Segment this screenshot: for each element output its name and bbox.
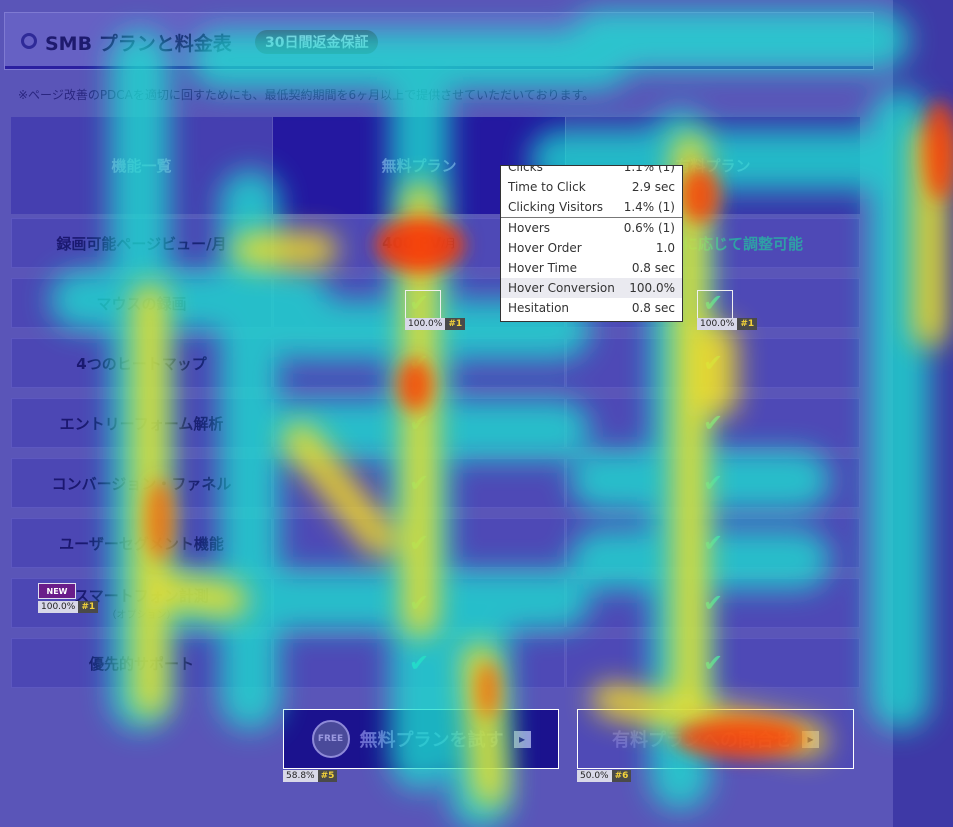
check-icon: ✔: [702, 409, 724, 437]
check-icon: ✔: [408, 349, 430, 377]
header-features: 機能一覧: [11, 117, 272, 214]
check-icon: ✔: [408, 529, 430, 557]
feature-label: 録画可能ページビュー/月: [11, 218, 272, 268]
feature-label: マウスの録画: [11, 278, 272, 328]
tooltip-row: Clicking Visitors 1.4% (1): [508, 200, 675, 214]
click-stat-paid-button: 50.0% #6: [577, 770, 632, 782]
tooltip-row: Hover Time 0.8 sec: [508, 261, 675, 275]
check-icon: ✔: [408, 409, 430, 437]
feature-label: ユーザーセグメント機能: [11, 518, 272, 568]
tooltip-row: Hover Conversion 100.0%: [501, 278, 682, 298]
plan-header: SMB プランと料金表 30日間返金保証: [4, 12, 874, 70]
circle-icon: [21, 33, 37, 49]
check-icon: ✔: [408, 649, 430, 677]
table-row: エントリーフォーム解析 ✔ ✔: [11, 398, 860, 448]
check-icon: ✔: [408, 589, 430, 617]
header-underline: [5, 66, 873, 69]
table-row: 優先的サポート ✔ ✔: [11, 638, 860, 688]
table-row: 録画可能ページビュー/月 400 PV/月 サービスに応じて調整可能: [11, 218, 860, 268]
feature-label: 4つのヒートマップ: [11, 338, 272, 388]
tooltip-row: Hesitation 0.8 sec: [508, 301, 675, 315]
check-icon: ✔: [702, 589, 724, 617]
page-title: SMB プランと料金表: [45, 33, 232, 55]
table-row: 4つのヒートマップ ✔ ✔: [11, 338, 860, 388]
click-stat-free-check: 100.0% #1: [405, 318, 466, 330]
feature-label: コンバージョン・ファネル: [11, 458, 272, 508]
selected-element-box: [405, 290, 441, 320]
tooltip-row: Time to Click 2.9 sec: [508, 180, 675, 194]
check-icon: ✔: [408, 469, 430, 497]
page-right-margin: [893, 0, 953, 827]
tooltip-row: Hovers 0.6% (1): [508, 221, 675, 235]
contract-note: ※ページ改善のPDCAを適切に回すためにも、最低契約期間を6ヶ月以上で提供させて…: [18, 88, 595, 102]
check-icon: ✔: [702, 349, 724, 377]
free-badge-icon: FREE: [311, 720, 350, 758]
selected-element-box: [697, 290, 733, 320]
tooltip-row: Hover Order 1.0: [508, 241, 675, 255]
click-stat-paid-check: 100.0% #1: [697, 318, 758, 330]
check-icon: ✔: [702, 529, 724, 557]
try-free-plan-label: 無料プランを試す: [359, 730, 504, 751]
arrow-right-icon: ▸: [513, 730, 531, 748]
paid-plan-inquiry-button[interactable]: 有料プランへの問合せ ▸: [577, 709, 854, 769]
tooltip-row: Clicks 1.1% (1): [508, 165, 675, 174]
money-back-badge: 30日間返金保証: [255, 30, 379, 54]
paid-plan-inquiry-label: 有料プランへの問合せ: [612, 730, 792, 751]
new-badge: NEW: [38, 583, 76, 599]
feature-label: 優先的サポート: [11, 638, 272, 688]
try-free-plan-button[interactable]: FREE 無料プランを試す ▸: [283, 709, 559, 769]
check-icon: ✔: [702, 469, 724, 497]
arrow-right-icon: ▸: [802, 730, 819, 748]
click-stat-new-tag: 100.0% #1: [38, 601, 99, 613]
table-row: スマートフォン計測 （オプション） ✔ ✔: [11, 578, 860, 628]
table-row: コンバージョン・ファネル ✔ ✔: [11, 458, 860, 508]
check-icon: ✔: [702, 649, 724, 677]
element-stats-tooltip: Clicks 1.1% (1) Time to Click 2.9 sec Clic…: [500, 165, 683, 322]
feature-label: エントリーフォーム解析: [11, 398, 272, 448]
click-stat-free-button: 58.8% #5: [283, 770, 338, 782]
table-row: ユーザーセグメント機能 ✔ ✔: [11, 518, 860, 568]
